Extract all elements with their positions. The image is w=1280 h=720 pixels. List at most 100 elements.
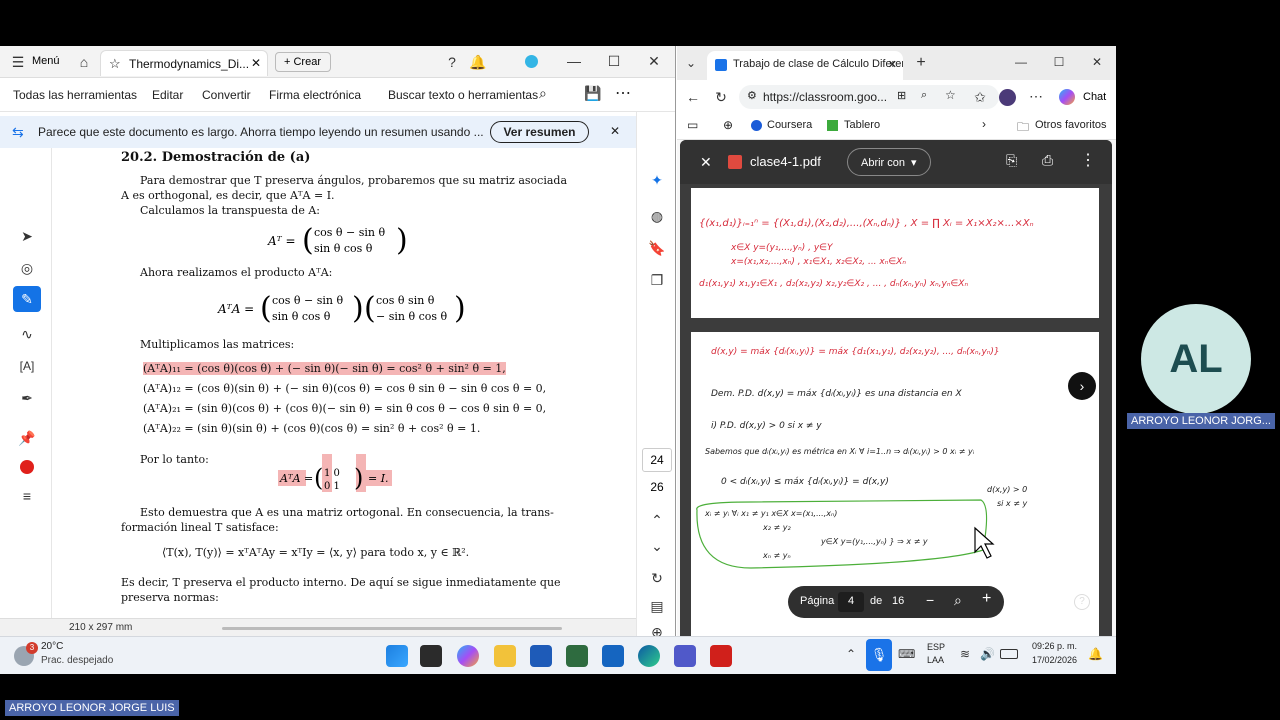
profile-icon[interactable]: [999, 89, 1016, 106]
print-icon[interactable]: ⎙: [1042, 152, 1053, 169]
edge-icon[interactable]: [638, 645, 660, 667]
chevron-right-icon[interactable]: ›: [982, 117, 986, 131]
close-window-icon[interactable]: ✕: [645, 51, 663, 71]
copilot-app-icon[interactable]: [457, 645, 479, 667]
more-vert-icon[interactable]: ⋮: [1080, 150, 1096, 170]
view-summary-button[interactable]: Ver resumen: [490, 121, 589, 143]
language-code[interactable]: ESP: [927, 642, 945, 652]
horizontal-scrollbar[interactable]: [222, 627, 562, 630]
minimize-icon[interactable]: —: [565, 51, 583, 71]
zoom-out-icon[interactable]: −: [926, 592, 934, 608]
keyboard-icon[interactable]: ⌨: [898, 647, 915, 661]
zoom-icon[interactable]: ⌕: [921, 89, 927, 102]
star-icon[interactable]: ☆: [109, 56, 121, 72]
back-icon[interactable]: ←: [683, 87, 703, 107]
esign-button[interactable]: Firma electrónica: [269, 88, 361, 102]
hamburger-icon[interactable]: ☰: [10, 52, 26, 72]
keyboard-layout[interactable]: LAA: [927, 655, 944, 665]
new-tab-icon[interactable]: +: [911, 53, 931, 73]
maximize-icon[interactable]: ☐: [605, 51, 623, 71]
bookmark-other-favorites[interactable]: Otros favoritos: [1035, 119, 1107, 131]
comments-panel-icon[interactable]: ◍: [646, 206, 668, 226]
freehand-icon[interactable]: ∿: [16, 324, 38, 344]
bookmark-icon[interactable]: 🔖: [646, 238, 668, 258]
tab-list-icon[interactable]: ⌄: [683, 53, 699, 73]
maximize-icon[interactable]: ☐: [1049, 52, 1069, 72]
site-info-icon[interactable]: ⚙: [747, 89, 757, 102]
wifi-icon[interactable]: ≋: [960, 647, 970, 661]
create-button[interactable]: + Crear: [275, 52, 331, 72]
highlight-pen-icon[interactable]: ✎: [13, 286, 41, 312]
clock-time[interactable]: 09:26 p. m.: [1032, 641, 1077, 651]
app-icon[interactable]: ⊞: [897, 89, 906, 102]
volume-icon[interactable]: 🔊: [980, 647, 995, 661]
tray-chevron-icon[interactable]: ⌃: [846, 647, 856, 661]
clock-date[interactable]: 17/02/2026: [1032, 655, 1077, 665]
close-viewer-icon[interactable]: ✕: [700, 154, 712, 171]
page-fit-icon[interactable]: ▤: [646, 596, 668, 616]
refresh-icon[interactable]: ↻: [646, 568, 668, 588]
reload-icon[interactable]: ↻: [711, 87, 731, 107]
classroom-tab[interactable]: Trabajo de clase de Cálculo Diferen ✕: [707, 51, 903, 80]
bookmark-tablero[interactable]: Tablero: [844, 119, 880, 131]
app-m365-icon[interactable]: [566, 645, 588, 667]
teams-icon[interactable]: [674, 645, 696, 667]
terminal-icon[interactable]: [420, 645, 442, 667]
chat-button[interactable]: Chat: [1083, 91, 1106, 103]
convert-button[interactable]: Convertir: [202, 88, 251, 102]
help-icon[interactable]: ?: [1074, 594, 1090, 610]
file-explorer-icon[interactable]: [494, 645, 516, 667]
globe-icon[interactable]: ⊕: [723, 118, 733, 132]
close-banner-icon[interactable]: ✕: [610, 124, 620, 138]
menu-lines-icon[interactable]: ≡: [16, 486, 38, 506]
store-icon[interactable]: [530, 645, 552, 667]
edit-button[interactable]: Editar: [152, 88, 183, 102]
menu-button[interactable]: Menú: [32, 55, 60, 67]
acrobat-taskbar-icon[interactable]: [710, 645, 732, 667]
more-icon[interactable]: ⋯: [1027, 86, 1045, 106]
all-tools-button[interactable]: Todas las herramientas: [13, 88, 137, 102]
save-icon[interactable]: 💾: [584, 85, 601, 102]
next-page-arrow-icon[interactable]: ›: [1068, 372, 1096, 400]
zoom-in-icon[interactable]: +: [982, 590, 991, 608]
comment-icon[interactable]: ◎: [16, 258, 38, 278]
outlook-icon[interactable]: [602, 645, 624, 667]
bookmark-folder-icon[interactable]: ▭: [687, 118, 698, 132]
text-box-icon[interactable]: [A]: [16, 356, 38, 376]
cloud-status-icon[interactable]: [525, 55, 538, 68]
ai-assistant-icon[interactable]: ✦: [646, 170, 668, 190]
microphone-icon[interactable]: 🎙: [866, 639, 892, 671]
notifications-icon[interactable]: 🔔: [1088, 647, 1103, 661]
start-icon[interactable]: [386, 645, 408, 667]
minimize-icon[interactable]: —: [1011, 52, 1031, 72]
close-window-icon[interactable]: ✕: [1087, 52, 1107, 72]
document-tab[interactable]: ☆ Thermodynamics_Di... ✕: [100, 50, 268, 76]
add-to-drive-icon[interactable]: ⎘: [1006, 152, 1017, 169]
battery-icon[interactable]: [1000, 649, 1018, 659]
chevron-down-icon[interactable]: ⌄: [646, 536, 668, 556]
pin-icon[interactable]: 📌: [16, 428, 38, 448]
select-cursor-icon[interactable]: ➤: [16, 226, 38, 246]
pages-icon[interactable]: ❐: [646, 270, 668, 290]
close-tab-icon[interactable]: ✕: [251, 56, 261, 70]
home-icon[interactable]: ⌂: [74, 52, 94, 72]
zoom-fit-icon[interactable]: ⌕: [954, 592, 962, 609]
close-tab-icon[interactable]: ✕: [888, 58, 897, 71]
page-number-input[interactable]: 4: [838, 592, 864, 612]
sign-icon[interactable]: ✒: [16, 388, 38, 408]
color-swatch-icon[interactable]: [20, 460, 34, 474]
zoom-in-icon[interactable]: ⊕: [646, 622, 668, 636]
open-with-button[interactable]: Abrir con ▾: [847, 148, 931, 176]
copilot-icon[interactable]: [1059, 89, 1075, 105]
current-page-number[interactable]: 24: [642, 448, 672, 472]
bookmark-coursera[interactable]: Coursera: [767, 119, 812, 131]
more-options-icon[interactable]: ⋯: [615, 83, 631, 103]
search-tools-field[interactable]: Buscar texto o herramientas: [388, 88, 538, 102]
chevron-up-icon[interactable]: ⌃: [646, 510, 668, 530]
help-icon[interactable]: ?: [443, 52, 461, 72]
favorites-icon[interactable]: ✩: [971, 87, 989, 107]
favorite-star-icon[interactable]: ☆: [945, 88, 956, 102]
bell-icon[interactable]: 🔔: [469, 52, 487, 72]
address-bar[interactable]: ⚙ https://classroom.goo... ⊞ ⌕ ☆: [739, 85, 999, 109]
search-icon[interactable]: ⌕: [539, 85, 547, 102]
